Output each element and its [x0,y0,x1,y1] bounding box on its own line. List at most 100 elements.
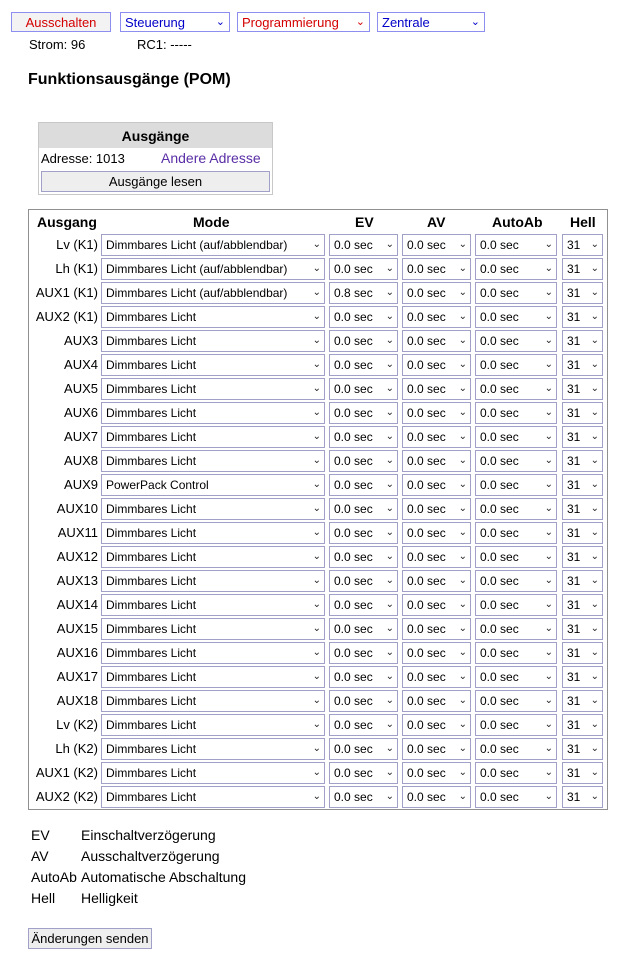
programmierung-select[interactable]: Programmierung ⌄ [237,12,370,32]
ev-select[interactable]: 0.0 sec ⌄ [329,258,398,280]
hell-select[interactable]: 31 ⌄ [562,546,603,568]
ev-select[interactable]: 0.0 sec ⌄ [329,234,398,256]
hell-select[interactable]: 31 ⌄ [562,786,603,808]
mode-select[interactable]: Dimmbares Licht ⌄ [101,594,325,616]
ev-select[interactable]: 0.0 sec ⌄ [329,474,398,496]
av-select[interactable]: 0.0 sec ⌄ [402,570,471,592]
send-changes-button[interactable]: Änderungen senden [28,928,152,949]
hell-select[interactable]: 31 ⌄ [562,378,603,400]
hell-select[interactable]: 31 ⌄ [562,738,603,760]
mode-select[interactable]: Dimmbares Licht ⌄ [101,738,325,760]
mode-select[interactable]: Dimmbares Licht ⌄ [101,306,325,328]
read-outputs-button[interactable]: Ausgänge lesen [41,171,270,192]
av-select[interactable]: 0.0 sec ⌄ [402,330,471,352]
autoab-select[interactable]: 0.0 sec ⌄ [475,234,557,256]
mode-select[interactable]: Dimmbares Licht ⌄ [101,426,325,448]
av-select[interactable]: 0.0 sec ⌄ [402,594,471,616]
ev-select[interactable]: 0.0 sec ⌄ [329,690,398,712]
av-select[interactable]: 0.0 sec ⌄ [402,450,471,472]
autoab-select[interactable]: 0.0 sec ⌄ [475,258,557,280]
av-select[interactable]: 0.0 sec ⌄ [402,354,471,376]
av-select[interactable]: 0.0 sec ⌄ [402,306,471,328]
av-select[interactable]: 0.0 sec ⌄ [402,642,471,664]
mode-select[interactable]: Dimmbares Licht ⌄ [101,786,325,808]
av-select[interactable]: 0.0 sec ⌄ [402,666,471,688]
hell-select[interactable]: 31 ⌄ [562,762,603,784]
autoab-select[interactable]: 0.0 sec ⌄ [475,474,557,496]
mode-select[interactable]: Dimmbares Licht ⌄ [101,354,325,376]
autoab-select[interactable]: 0.0 sec ⌄ [475,570,557,592]
mode-select[interactable]: Dimmbares Licht ⌄ [101,402,325,424]
ev-select[interactable]: 0.0 sec ⌄ [329,762,398,784]
av-select[interactable]: 0.0 sec ⌄ [402,402,471,424]
av-select[interactable]: 0.0 sec ⌄ [402,282,471,304]
ev-select[interactable]: 0.0 sec ⌄ [329,354,398,376]
av-select[interactable]: 0.0 sec ⌄ [402,474,471,496]
ev-select[interactable]: 0.0 sec ⌄ [329,450,398,472]
autoab-select[interactable]: 0.0 sec ⌄ [475,402,557,424]
mode-select[interactable]: Dimmbares Licht ⌄ [101,330,325,352]
hell-select[interactable]: 31 ⌄ [562,354,603,376]
mode-select[interactable]: Dimmbares Licht (auf/abblendbar) ⌄ [101,282,325,304]
av-select[interactable]: 0.0 sec ⌄ [402,762,471,784]
ev-select[interactable]: 0.0 sec ⌄ [329,426,398,448]
mode-select[interactable]: Dimmbares Licht ⌄ [101,378,325,400]
ev-select[interactable]: 0.0 sec ⌄ [329,330,398,352]
ev-select[interactable]: 0.0 sec ⌄ [329,522,398,544]
hell-select[interactable]: 31 ⌄ [562,234,603,256]
autoab-select[interactable]: 0.0 sec ⌄ [475,738,557,760]
ev-select[interactable]: 0.0 sec ⌄ [329,714,398,736]
autoab-select[interactable]: 0.0 sec ⌄ [475,714,557,736]
autoab-select[interactable]: 0.0 sec ⌄ [475,666,557,688]
mode-select[interactable]: PowerPack Control ⌄ [101,474,325,496]
zentrale-select[interactable]: Zentrale ⌄ [377,12,485,32]
ev-select[interactable]: 0.0 sec ⌄ [329,378,398,400]
autoab-select[interactable]: 0.0 sec ⌄ [475,426,557,448]
power-off-button[interactable]: Ausschalten [11,12,111,32]
autoab-select[interactable]: 0.0 sec ⌄ [475,378,557,400]
ev-select[interactable]: 0.0 sec ⌄ [329,498,398,520]
hell-select[interactable]: 31 ⌄ [562,594,603,616]
autoab-select[interactable]: 0.0 sec ⌄ [475,690,557,712]
mode-select[interactable]: Dimmbares Licht ⌄ [101,642,325,664]
autoab-select[interactable]: 0.0 sec ⌄ [475,786,557,808]
hell-select[interactable]: 31 ⌄ [562,666,603,688]
autoab-select[interactable]: 0.0 sec ⌄ [475,522,557,544]
av-select[interactable]: 0.0 sec ⌄ [402,618,471,640]
av-select[interactable]: 0.0 sec ⌄ [402,546,471,568]
autoab-select[interactable]: 0.0 sec ⌄ [475,306,557,328]
autoab-select[interactable]: 0.0 sec ⌄ [475,546,557,568]
autoab-select[interactable]: 0.0 sec ⌄ [475,330,557,352]
av-select[interactable]: 0.0 sec ⌄ [402,522,471,544]
autoab-select[interactable]: 0.0 sec ⌄ [475,498,557,520]
hell-select[interactable]: 31 ⌄ [562,306,603,328]
av-select[interactable]: 0.0 sec ⌄ [402,690,471,712]
autoab-select[interactable]: 0.0 sec ⌄ [475,282,557,304]
av-select[interactable]: 0.0 sec ⌄ [402,426,471,448]
autoab-select[interactable]: 0.0 sec ⌄ [475,642,557,664]
hell-select[interactable]: 31 ⌄ [562,402,603,424]
autoab-select[interactable]: 0.0 sec ⌄ [475,450,557,472]
hell-select[interactable]: 31 ⌄ [562,450,603,472]
ev-select[interactable]: 0.0 sec ⌄ [329,402,398,424]
hell-select[interactable]: 31 ⌄ [562,522,603,544]
ev-select[interactable]: 0.0 sec ⌄ [329,786,398,808]
steuerung-select[interactable]: Steuerung ⌄ [120,12,230,32]
ev-select[interactable]: 0.0 sec ⌄ [329,642,398,664]
ev-select[interactable]: 0.8 sec ⌄ [329,282,398,304]
autoab-select[interactable]: 0.0 sec ⌄ [475,354,557,376]
mode-select[interactable]: Dimmbares Licht ⌄ [101,498,325,520]
hell-select[interactable]: 31 ⌄ [562,690,603,712]
hell-select[interactable]: 31 ⌄ [562,714,603,736]
av-select[interactable]: 0.0 sec ⌄ [402,786,471,808]
autoab-select[interactable]: 0.0 sec ⌄ [475,762,557,784]
hell-select[interactable]: 31 ⌄ [562,474,603,496]
ev-select[interactable]: 0.0 sec ⌄ [329,306,398,328]
ev-select[interactable]: 0.0 sec ⌄ [329,618,398,640]
hell-select[interactable]: 31 ⌄ [562,282,603,304]
ev-select[interactable]: 0.0 sec ⌄ [329,594,398,616]
hell-select[interactable]: 31 ⌄ [562,570,603,592]
mode-select[interactable]: Dimmbares Licht (auf/abblendbar) ⌄ [101,234,325,256]
hell-select[interactable]: 31 ⌄ [562,642,603,664]
mode-select[interactable]: Dimmbares Licht ⌄ [101,570,325,592]
